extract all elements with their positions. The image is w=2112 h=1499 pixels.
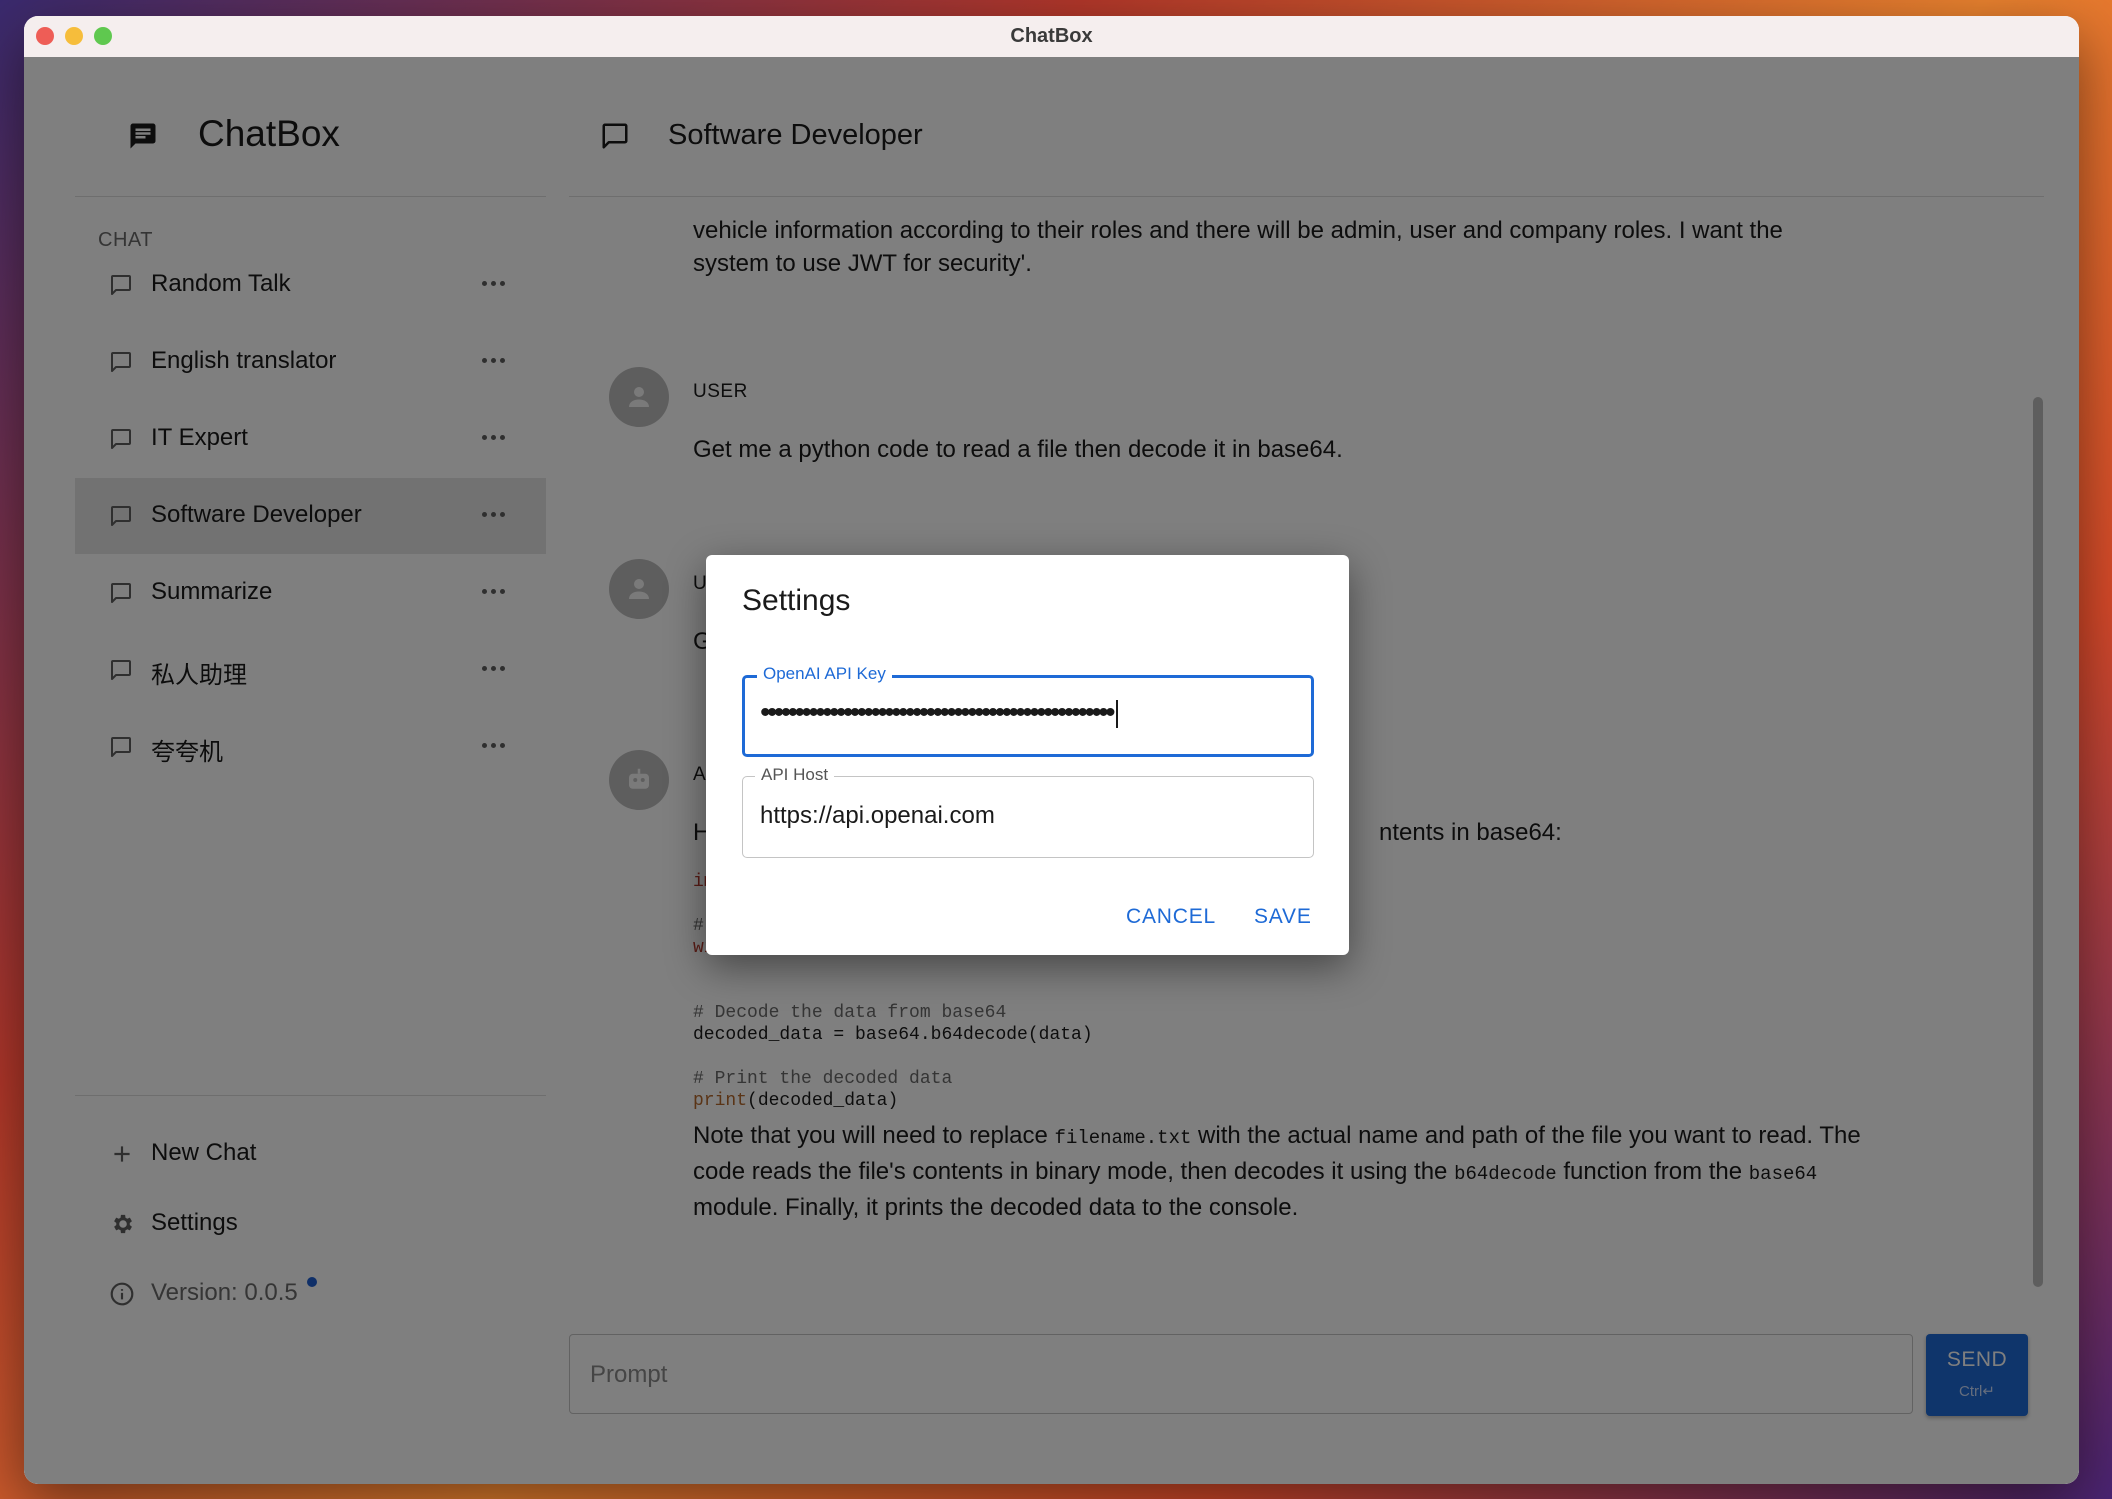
api-key-label: OpenAI API Key — [757, 664, 892, 684]
settings-dialog: Settings OpenAI API Key ••••••••••••••••… — [706, 555, 1349, 955]
api-key-value: ••••••••••••••••••••••••••••••••••••••••… — [760, 696, 1119, 730]
save-button[interactable]: SAVE — [1254, 905, 1312, 929]
dialog-title: Settings — [742, 584, 851, 617]
window-title: ChatBox — [1010, 25, 1093, 47]
api-host-field[interactable]: API Host https://api.openai.com — [742, 765, 1314, 858]
api-key-field[interactable]: OpenAI API Key •••••••••••••••••••••••••… — [742, 664, 1314, 757]
api-key-masked: ••••••••••••••••••••••••••••••••••••••••… — [760, 696, 1116, 729]
api-host-label: API Host — [755, 765, 835, 785]
title-bar[interactable]: ChatBox — [24, 16, 2079, 58]
api-host-value: https://api.openai.com — [760, 802, 995, 829]
text-caret — [1116, 700, 1119, 729]
cancel-button[interactable]: CANCEL — [1126, 905, 1216, 929]
